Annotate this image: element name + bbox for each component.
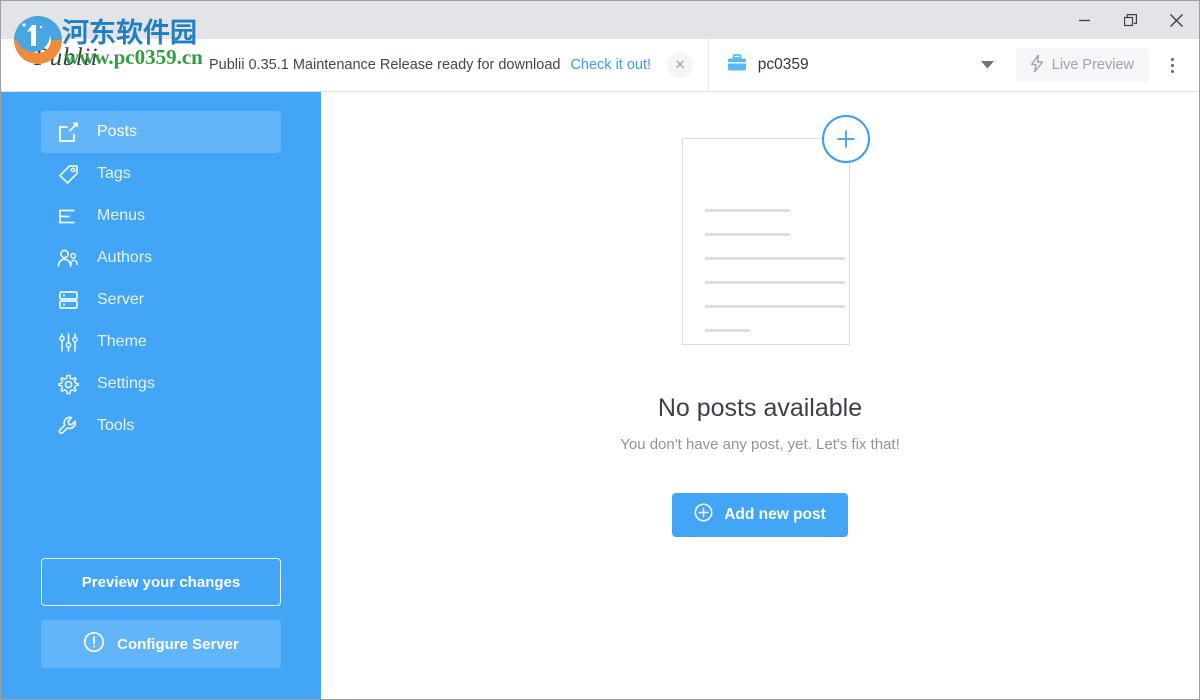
toolbar-right-group: pc0359 Live Preview xyxy=(707,38,1199,92)
update-notification-text: Publii 0.35.1 Maintenance Release ready … xyxy=(209,57,561,73)
sidebar-item-label: Tags xyxy=(97,165,131,182)
tag-icon xyxy=(56,164,80,185)
sidebar-navigation: Posts Tags Menus Authors Server Theme Se… xyxy=(1,92,321,447)
server-icon xyxy=(56,290,80,310)
edit-square-icon xyxy=(56,122,80,143)
restore-button[interactable] xyxy=(1107,1,1153,39)
empty-state-subtitle: You don't have any post, yet. Let's fix … xyxy=(620,436,900,453)
main-content: No posts available You don't have any po… xyxy=(321,92,1199,699)
brand-area: Publii xyxy=(1,39,201,92)
publii-app-window: Publii Publii 0.35.1 Maintenance Release… xyxy=(0,0,1200,700)
document-line xyxy=(705,329,750,332)
site-name-label: pc0359 xyxy=(757,56,809,73)
publii-logo: Publii xyxy=(34,43,99,71)
chevron-down-icon[interactable] xyxy=(980,56,994,74)
sidebar-item-label: Menus xyxy=(97,207,146,224)
document-line xyxy=(705,281,845,284)
sidebar-item-server[interactable]: Server xyxy=(41,279,281,321)
plus-circle-icon[interactable] xyxy=(822,115,870,163)
site-selector[interactable]: pc0359 xyxy=(707,38,1008,92)
sidebar-item-settings[interactable]: Settings xyxy=(41,363,281,405)
live-preview-button[interactable]: Live Preview xyxy=(1015,48,1149,82)
document-line xyxy=(705,257,845,260)
kebab-dot xyxy=(1170,57,1174,61)
lightning-bolt-icon xyxy=(1030,53,1043,76)
wrench-icon xyxy=(56,416,80,437)
sidebar-actions: Preview your changes Configure Server xyxy=(41,558,281,668)
check-it-out-link[interactable]: Check it out! xyxy=(570,57,651,73)
kebab-menu-icon[interactable] xyxy=(1155,48,1189,82)
users-icon xyxy=(56,248,80,269)
close-icon[interactable]: ✕ xyxy=(667,52,694,78)
close-button[interactable] xyxy=(1153,1,1199,39)
list-icon xyxy=(56,206,80,227)
main-sidebar: Posts Tags Menus Authors Server Theme Se… xyxy=(1,92,321,699)
configure-server-button[interactable]: Configure Server xyxy=(41,620,281,668)
document-line xyxy=(705,233,790,236)
live-preview-label: Live Preview xyxy=(1051,57,1134,73)
sidebar-item-theme[interactable]: Theme xyxy=(41,321,281,363)
add-new-post-button[interactable]: Add new post xyxy=(672,493,848,537)
sidebar-item-menus[interactable]: Menus xyxy=(41,195,281,237)
plus-circle-icon xyxy=(694,503,713,527)
sidebar-item-label: Authors xyxy=(97,249,153,266)
minimize-button[interactable] xyxy=(1061,1,1107,39)
sidebar-item-label: Settings xyxy=(97,375,155,392)
exclamation-circle-icon xyxy=(83,631,105,657)
document-line xyxy=(705,305,845,308)
empty-state-title: No posts available xyxy=(657,394,863,422)
gear-icon xyxy=(56,374,80,395)
empty-document-illustration xyxy=(650,115,870,355)
sidebar-item-posts[interactable]: Posts xyxy=(41,111,281,153)
kebab-dot xyxy=(1170,63,1174,67)
document-text-lines xyxy=(705,209,845,353)
sidebar-item-authors[interactable]: Authors xyxy=(41,237,281,279)
configure-server-label: Configure Server xyxy=(117,635,239,653)
sliders-icon xyxy=(56,332,80,353)
sidebar-item-label: Server xyxy=(97,291,145,308)
sidebar-item-label: Posts xyxy=(97,123,138,140)
sidebar-item-tags[interactable]: Tags xyxy=(41,153,281,195)
briefcase-icon xyxy=(727,53,747,77)
add-new-post-label: Add new post xyxy=(724,506,826,523)
update-notification: Publii 0.35.1 Maintenance Release ready … xyxy=(201,52,708,78)
sidebar-item-tools[interactable]: Tools xyxy=(41,405,281,447)
window-title-bar xyxy=(1,1,1199,39)
kebab-dot xyxy=(1170,69,1174,73)
sidebar-item-label: Tools xyxy=(97,417,135,434)
sidebar-item-label: Theme xyxy=(97,333,147,350)
document-line xyxy=(705,209,790,212)
preview-changes-button[interactable]: Preview your changes xyxy=(41,558,281,606)
app-toolbar: Publii Publii 0.35.1 Maintenance Release… xyxy=(1,38,1199,92)
